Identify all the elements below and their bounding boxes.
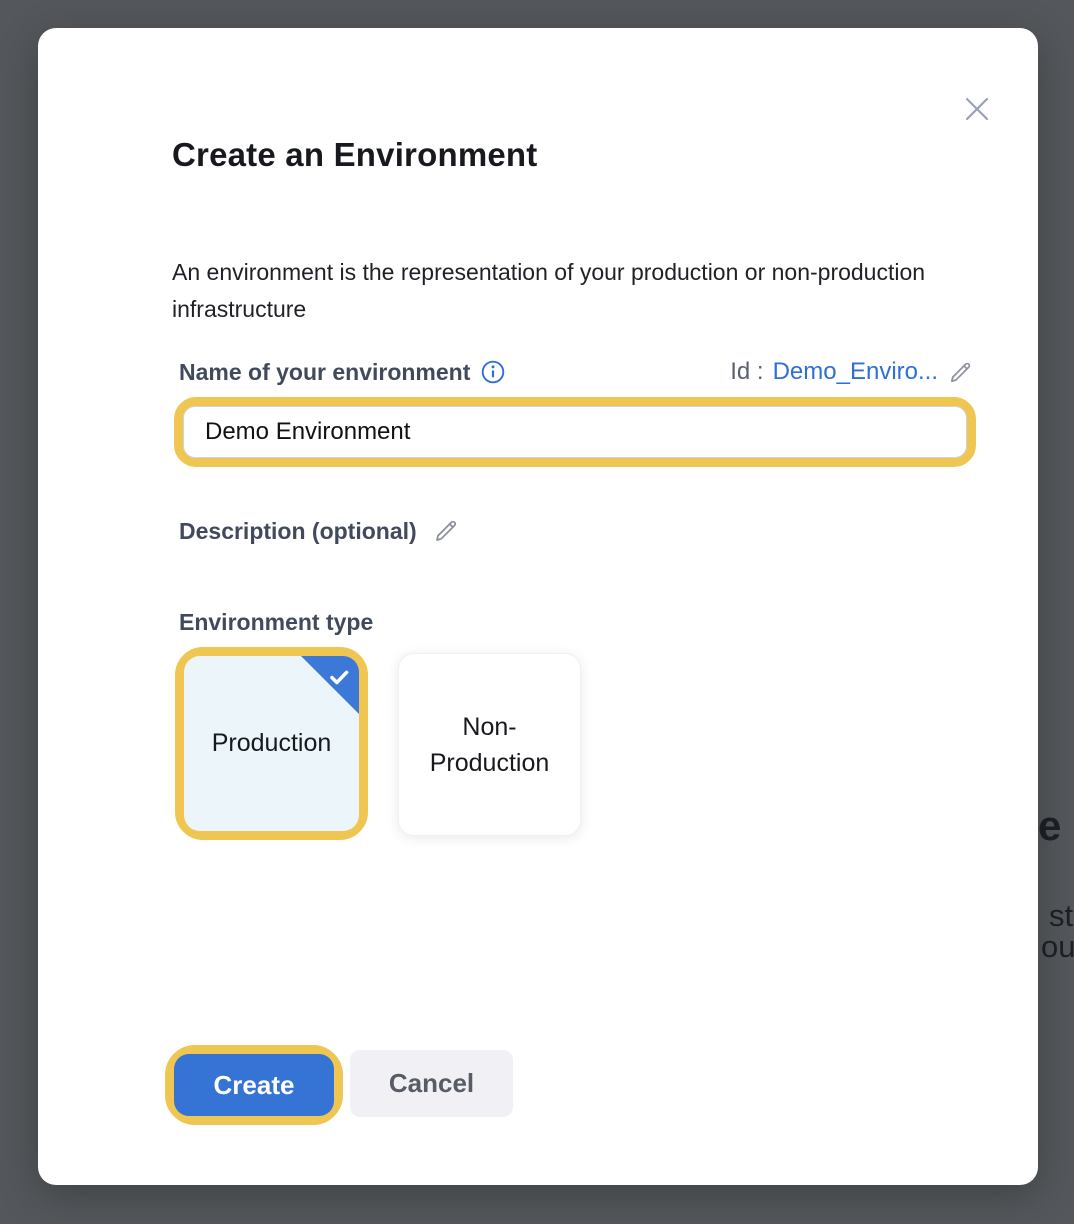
dialog-description: An environment is the representation of … xyxy=(172,254,936,328)
checkmark-icon xyxy=(325,663,353,698)
screen: { "modal": { "title": "Create an Environ… xyxy=(0,0,1074,1224)
cancel-button[interactable]: Cancel xyxy=(350,1050,513,1117)
id-prefix-label: Id : xyxy=(730,358,763,386)
card-label: Production xyxy=(212,729,332,758)
environment-type-card-production[interactable]: Production xyxy=(184,656,359,831)
create-environment-dialog: Create an Environment An environment is … xyxy=(38,28,1038,1185)
name-label-group: Name of your environment xyxy=(179,359,505,386)
dialog-title: Create an Environment xyxy=(172,136,537,174)
name-field-label: Name of your environment xyxy=(179,359,470,386)
highlight-ring-production-card: Production xyxy=(175,647,368,840)
highlight-ring-name-input xyxy=(174,397,976,467)
environment-id-link[interactable]: Demo_Enviro... xyxy=(773,358,938,386)
environment-type-label: Environment type xyxy=(179,609,373,636)
highlight-ring-create-button: Create xyxy=(165,1045,343,1125)
description-field-header: Description (optional) xyxy=(179,517,460,545)
close-icon xyxy=(960,92,994,126)
description-field-label: Description (optional) xyxy=(179,518,417,545)
cutoff-text-fragment: e xyxy=(1038,802,1061,850)
name-field-header: Name of your environment Id : Demo_Envir… xyxy=(179,358,974,386)
create-button[interactable]: Create xyxy=(174,1054,334,1116)
info-icon[interactable] xyxy=(481,360,505,384)
environment-id-group: Id : Demo_Enviro... xyxy=(730,358,974,386)
close-button[interactable] xyxy=(958,90,996,128)
environment-name-input[interactable] xyxy=(183,406,967,458)
edit-description-pencil-icon[interactable] xyxy=(432,517,460,545)
card-label: Non-Production xyxy=(427,709,552,781)
cutoff-text-fragment: ou xyxy=(1041,929,1074,965)
selected-corner-flag xyxy=(301,656,359,714)
environment-type-card-non-production[interactable]: Non-Production xyxy=(398,653,581,836)
edit-id-pencil-icon[interactable] xyxy=(947,359,974,386)
